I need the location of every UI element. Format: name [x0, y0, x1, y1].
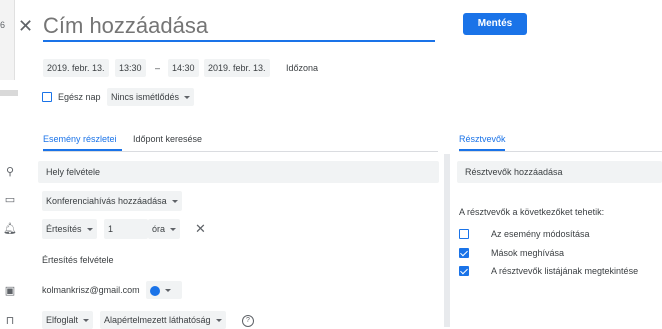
start-date-field[interactable]: 2019. febr. 13. [43, 59, 109, 77]
notification-amount-input[interactable]: 1 [104, 219, 148, 239]
chevron-down-icon [215, 319, 222, 323]
add-guests-input[interactable]: Résztvevők hozzáadása [457, 161, 662, 183]
visibility-value: Alapértelmezett láthatóság [104, 315, 211, 325]
tab-event-details[interactable]: Esemény részletei [43, 133, 117, 145]
tabs-divider [43, 151, 438, 152]
notification-type-select[interactable]: Értesítés [42, 219, 97, 239]
chevron-down-icon [171, 200, 178, 204]
permission-modify-label: Az esemény módosítása [491, 229, 590, 239]
conference-label: Konferenciahívás hozzáadása [46, 196, 167, 206]
add-notification-link[interactable]: Értesítés felvétele [42, 251, 114, 269]
close-icon[interactable]: ✕ [18, 17, 33, 35]
briefcase-icon: ⊓ [5, 315, 15, 327]
guest-permissions-title: A résztvevők a következőket tehetik: [459, 207, 605, 217]
calendar-color-dot [150, 285, 160, 296]
notification-unit-value: óra [152, 224, 166, 234]
save-button[interactable]: Mentés [463, 13, 527, 35]
calendar-owner: kolmankrisz@gmail.com [42, 285, 140, 295]
repeat-select[interactable]: Nincs ismétlődés [107, 88, 195, 106]
help-icon[interactable]: ? [242, 315, 254, 327]
tab-find-time[interactable]: Időpont keresése [133, 133, 202, 145]
end-date-field[interactable]: 2019. febr. 13. [204, 59, 270, 77]
chevron-down-icon [165, 289, 171, 293]
chevron-down-icon [184, 96, 191, 100]
chevron-down-icon [83, 319, 90, 323]
location-input[interactable]: Hely felvétele [38, 161, 439, 183]
busy-status-select[interactable]: Elfoglalt [42, 311, 94, 329]
permission-invite-checkbox[interactable] [459, 248, 469, 258]
permission-invite-label: Mások meghívása [491, 248, 565, 258]
end-time-field[interactable]: 14:30 [168, 59, 199, 77]
tab-guests[interactable]: Résztvevők [459, 133, 506, 145]
time-separator: – [155, 63, 161, 73]
details-scrollbar[interactable] [444, 154, 450, 327]
background-window-fragment [0, 0, 15, 80]
visibility-select[interactable]: Alapértelmezett láthatóság [100, 311, 226, 329]
permission-modify-checkbox[interactable] [459, 229, 469, 239]
bell-icon: 🔔︎ [3, 223, 17, 235]
notification-type-value: Értesítés [46, 224, 82, 234]
calendar-color-select[interactable] [146, 281, 182, 299]
permission-see-list-label: A résztvevők listájának megtekintése [491, 266, 639, 276]
video-camera-icon: ▭ [4, 194, 16, 206]
notification-unit-select[interactable]: óra [148, 219, 181, 239]
chevron-down-icon [170, 228, 177, 232]
background-strip [0, 90, 18, 96]
start-time-field[interactable]: 13:30 [115, 59, 146, 77]
timezone-link[interactable]: Időzona [286, 59, 318, 77]
repeat-select-value: Nincs ismétlődés [111, 92, 180, 102]
guests-divider [459, 151, 662, 152]
background-fragment-text: 6 [0, 20, 6, 30]
busy-status-value: Elfoglalt [46, 315, 79, 325]
location-pin-icon: ⚲ [5, 166, 15, 178]
event-title-input[interactable] [43, 12, 435, 42]
chevron-down-icon [86, 228, 93, 232]
all-day-label: Egész nap [58, 92, 101, 102]
calendar-icon: ▣ [4, 285, 16, 297]
all-day-checkbox[interactable] [42, 92, 52, 102]
permission-see-list-checkbox[interactable] [459, 266, 469, 276]
remove-notification-icon[interactable]: ✕ [195, 222, 206, 235]
conference-button[interactable]: Konferenciahívás hozzáadása [42, 191, 182, 211]
